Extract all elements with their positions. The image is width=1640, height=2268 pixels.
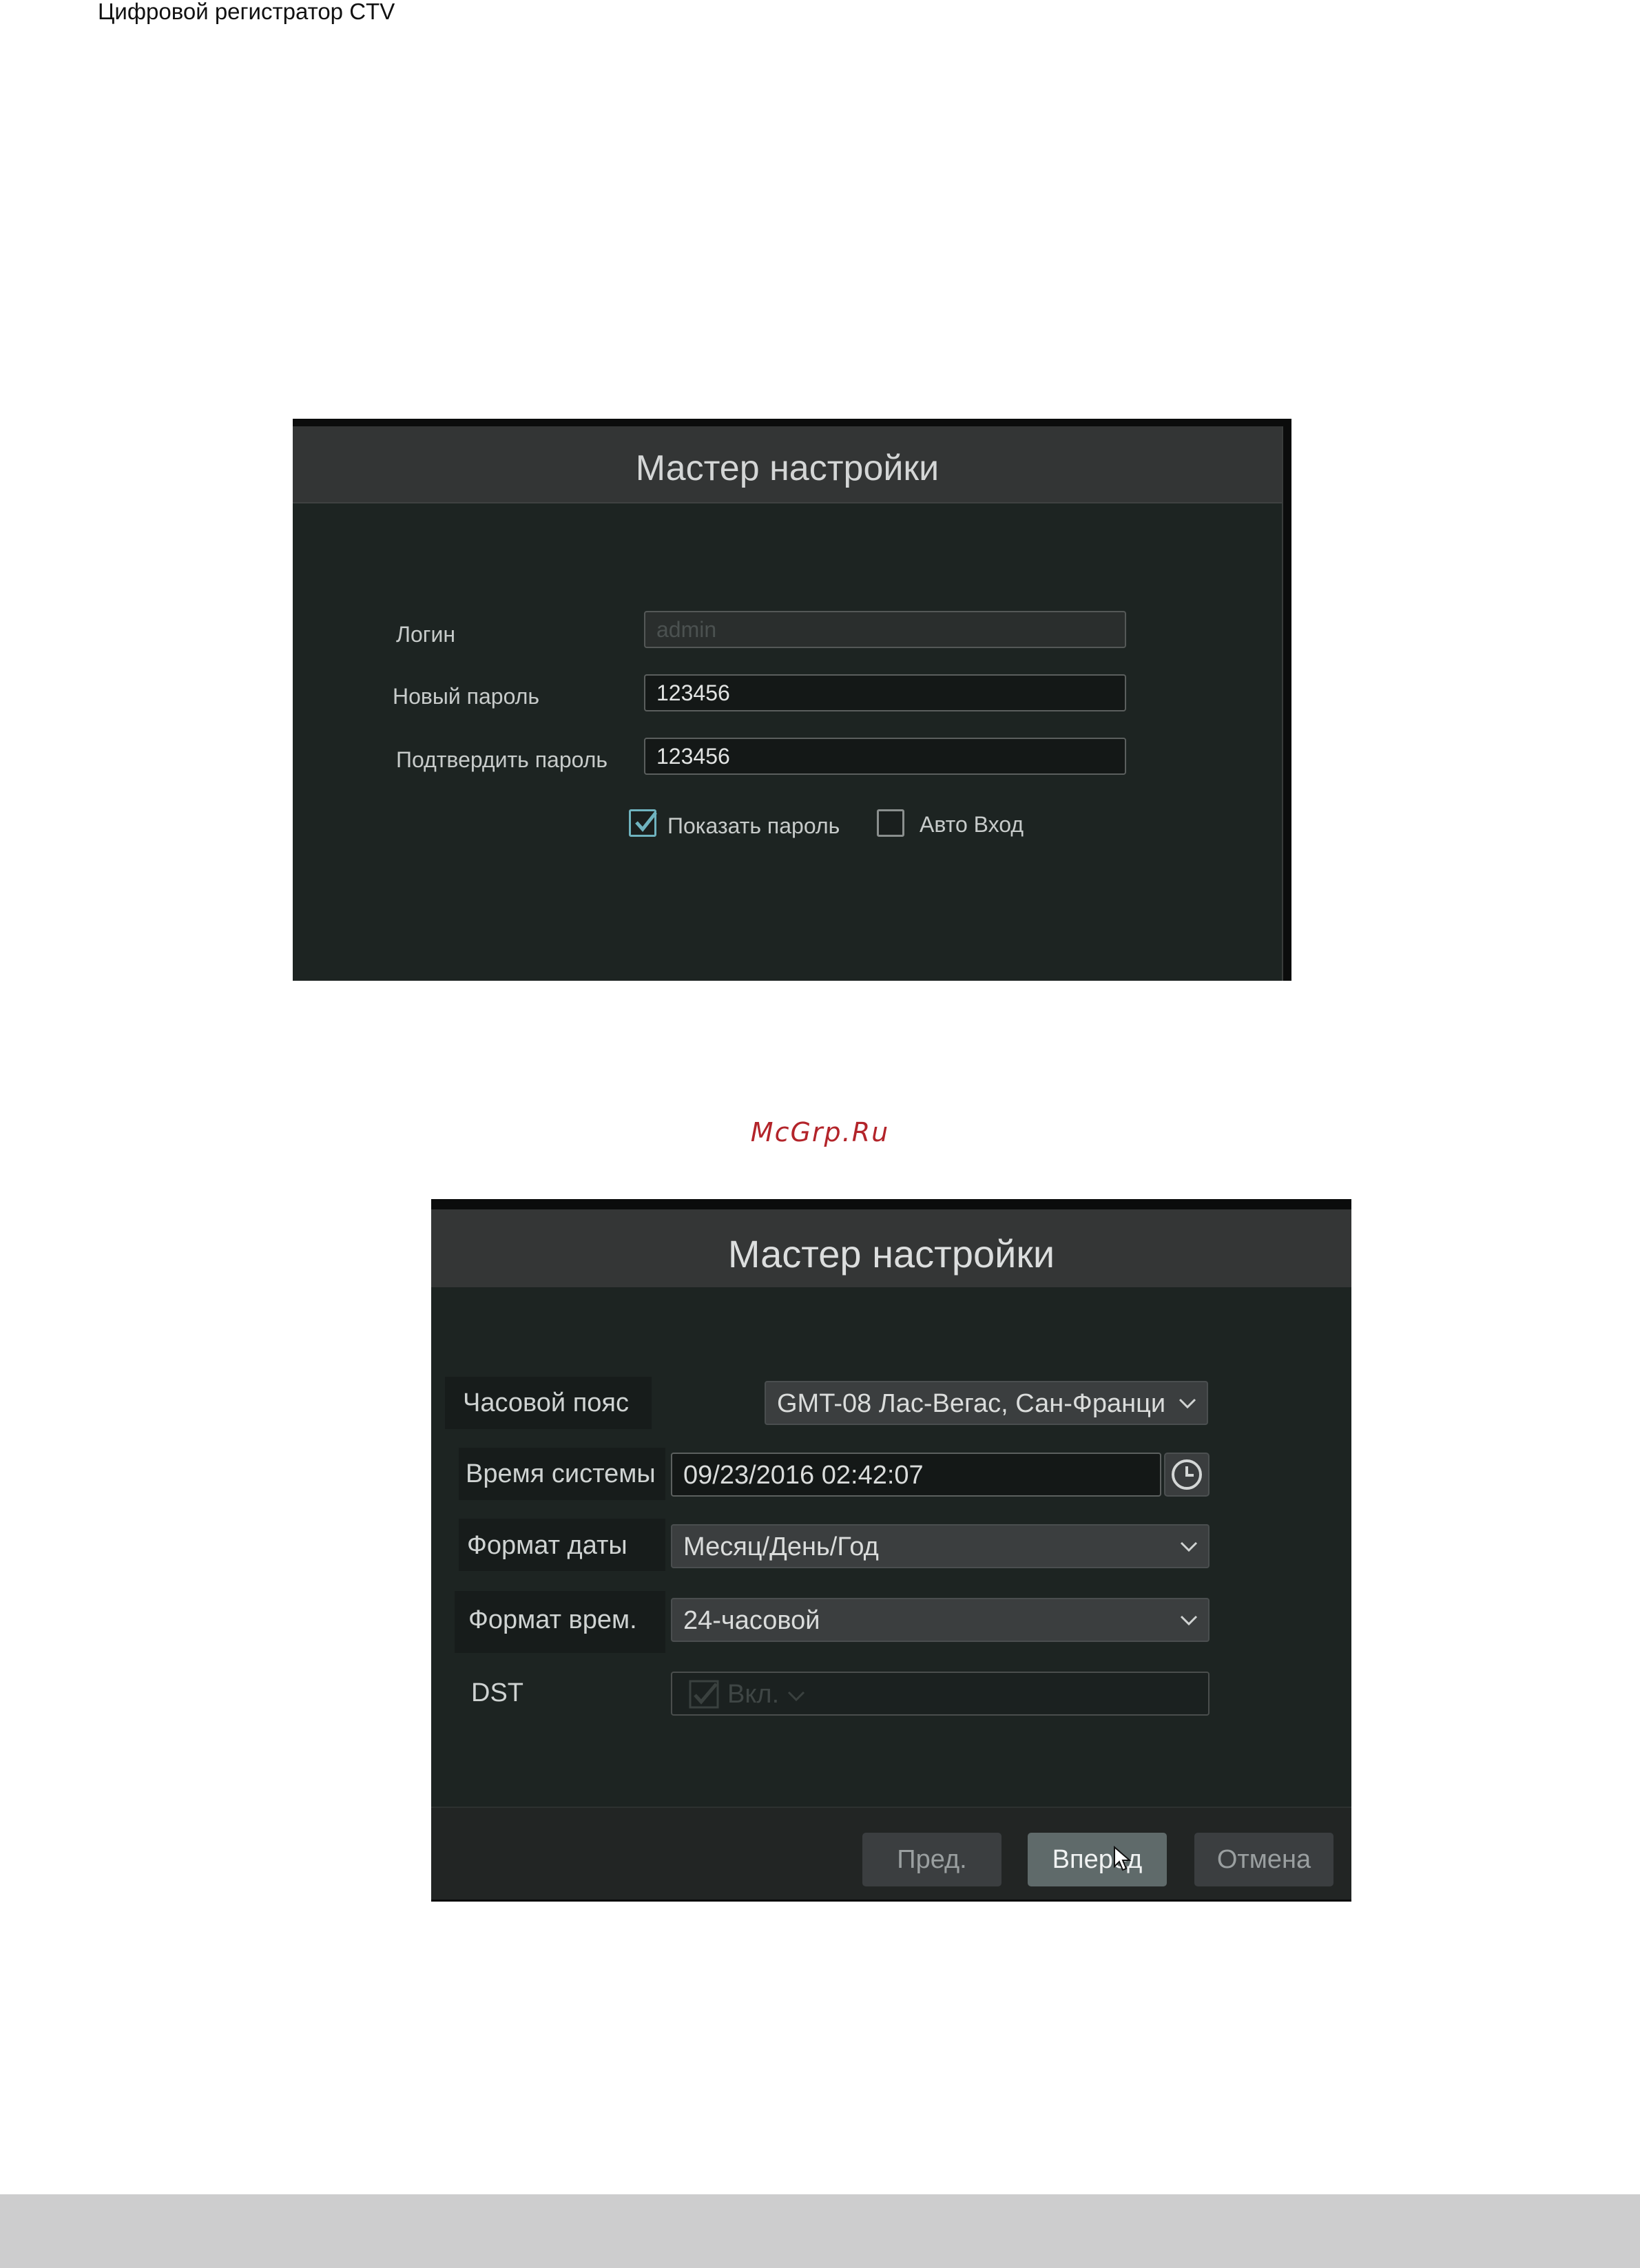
date-format-value: Месяц/День/Год <box>683 1532 879 1561</box>
chevron-down-icon <box>1180 1615 1198 1626</box>
date-format-label: Формат даты <box>467 1531 627 1560</box>
next-button[interactable]: Вперед <box>1028 1833 1167 1886</box>
setup-wizard-window-2: Мастер настройки Часовой пояс GMT-08 Лас… <box>431 1209 1351 1900</box>
mouse-cursor-icon <box>1114 1846 1132 1871</box>
chevron-down-icon <box>787 1691 805 1702</box>
new-password-label: Новый пароль <box>393 684 540 709</box>
wizard-title: Мастер настройки <box>635 448 940 488</box>
setup-wizard-datetime-screenshot: Мастер настройки Часовой пояс GMT-08 Лас… <box>431 1199 1351 1902</box>
wizard-titlebar-2: Мастер настройки <box>431 1209 1351 1287</box>
cancel-button[interactable]: Отмена <box>1194 1833 1333 1886</box>
auto-login-label: Авто Вход <box>920 812 1024 837</box>
timezone-value: GMT-08 Лас-Вегас, Сан-Франци <box>777 1389 1166 1418</box>
chevron-down-icon <box>1180 1541 1198 1552</box>
new-password-input[interactable]: 123456 <box>644 674 1126 711</box>
date-format-select[interactable]: Месяц/День/Год <box>671 1524 1210 1568</box>
new-password-value: 123456 <box>656 680 730 705</box>
login-label: Логин <box>396 622 456 647</box>
wizard-footer: Пред. Вперед Отмена <box>431 1807 1351 1900</box>
document-header: Цифровой регистратор CTV <box>98 0 395 24</box>
timezone-select[interactable]: GMT-08 Лас-Вегас, Сан-Франци <box>765 1381 1208 1425</box>
confirm-password-input[interactable]: 123456 <box>644 738 1126 775</box>
prev-button[interactable]: Пред. <box>862 1833 1001 1886</box>
timezone-label: Часовой пояс <box>463 1388 629 1417</box>
show-password-checkbox[interactable] <box>629 809 657 837</box>
setup-wizard-window: Мастер настройки Логин admin Новый парол… <box>293 426 1283 981</box>
time-format-select[interactable]: 24-часовой <box>671 1598 1210 1642</box>
setup-wizard-password-screenshot: Мастер настройки Логин admin Новый парол… <box>293 419 1291 981</box>
dst-label: DST <box>471 1678 523 1707</box>
dst-select: Вкл. <box>671 1672 1210 1716</box>
chevron-down-icon <box>1179 1398 1196 1409</box>
show-password-label: Показать пароль <box>667 813 840 838</box>
time-format-value: 24-часовой <box>683 1606 820 1635</box>
check-icon <box>635 811 657 832</box>
check-icon <box>689 1680 719 1709</box>
system-time-label: Время системы <box>466 1459 656 1488</box>
clock-icon <box>1172 1459 1202 1490</box>
confirm-password-value: 123456 <box>656 744 730 769</box>
wizard-title-2: Мастер настройки <box>727 1232 1055 1276</box>
dst-value: Вкл. <box>727 1680 780 1709</box>
login-input-placeholder: admin <box>656 617 717 642</box>
auto-login-checkbox[interactable] <box>877 809 904 837</box>
confirm-password-label: Подтвердить пароль <box>396 747 608 772</box>
time-format-label: Формат врем. <box>468 1605 637 1634</box>
page-footer-bar <box>0 2194 1640 2268</box>
login-input[interactable]: admin <box>644 611 1126 648</box>
watermark: McGrp.Ru <box>750 1117 890 1147</box>
system-time-input[interactable]: 09/23/2016 02:42:07 <box>671 1453 1161 1497</box>
wizard-titlebar: Мастер настройки <box>293 426 1282 503</box>
clock-button[interactable] <box>1164 1453 1210 1497</box>
system-time-value: 09/23/2016 02:42:07 <box>683 1461 924 1490</box>
